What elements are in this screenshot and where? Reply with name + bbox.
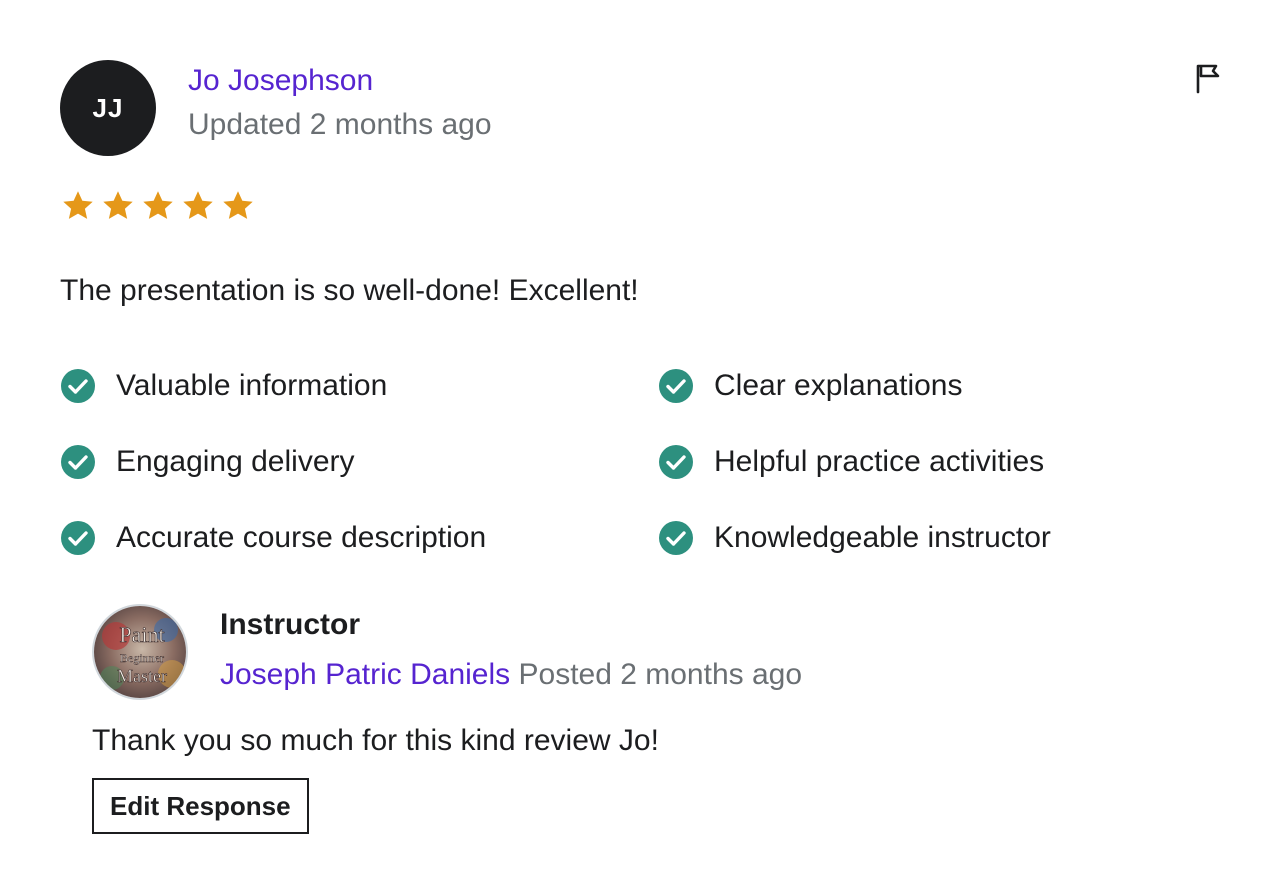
star-icon bbox=[103, 191, 133, 219]
response-posted-time: Posted 2 months ago bbox=[518, 658, 803, 691]
review-tag-label: Valuable information bbox=[116, 369, 388, 402]
instructor-role-label: Instructor bbox=[220, 608, 361, 641]
report-flag-button[interactable] bbox=[1190, 60, 1226, 96]
review-tag: Knowledgeable instructor bbox=[658, 512, 1051, 564]
star-icon bbox=[143, 191, 173, 219]
review-tag-label: Engaging delivery bbox=[116, 445, 355, 478]
review-updated-time: Updated 2 months ago bbox=[188, 108, 492, 141]
review-tag: Clear explanations bbox=[658, 360, 962, 412]
review-tag: Valuable information bbox=[60, 360, 387, 412]
review-tag-label: Knowledgeable instructor bbox=[714, 521, 1051, 554]
review-tag: Accurate course description bbox=[60, 512, 486, 564]
review-text: The presentation is so well-done! Excell… bbox=[60, 274, 639, 307]
reviewer-avatar: JJ bbox=[60, 60, 156, 156]
edit-response-button[interactable]: Edit Response bbox=[92, 778, 309, 834]
review-tag-label: Clear explanations bbox=[714, 369, 963, 402]
star-icon bbox=[183, 191, 213, 219]
check-circle-icon bbox=[659, 369, 693, 403]
review-tag: Helpful practice activities bbox=[658, 436, 1044, 488]
svg-text:Paint: Paint bbox=[119, 622, 164, 647]
review-tag: Engaging delivery bbox=[60, 436, 355, 488]
instructor-avatar: Paint Beginner Master bbox=[92, 604, 188, 700]
check-circle-icon bbox=[61, 369, 95, 403]
check-circle-icon bbox=[659, 445, 693, 479]
reviewer-name-link[interactable]: Jo Josephson bbox=[188, 64, 373, 98]
svg-text:Beginner: Beginner bbox=[120, 651, 164, 665]
star-icon bbox=[223, 191, 253, 219]
response-text: Thank you so much for this kind review J… bbox=[92, 724, 659, 757]
star-icon bbox=[63, 191, 93, 219]
star-rating bbox=[60, 188, 256, 224]
reviewer-initials: JJ bbox=[92, 92, 124, 123]
check-circle-icon bbox=[61, 445, 95, 479]
flag-icon bbox=[1196, 64, 1220, 94]
check-circle-icon bbox=[659, 521, 693, 555]
instructor-name-link[interactable]: Joseph Patric Daniels bbox=[220, 658, 510, 691]
review-tag-label: Accurate course description bbox=[116, 521, 487, 554]
instructor-meta: Joseph Patric Daniels Posted 2 months ag… bbox=[220, 658, 802, 692]
svg-text:Master: Master bbox=[117, 666, 167, 686]
review-tag-label: Helpful practice activities bbox=[714, 445, 1045, 478]
review-card: JJ Jo Josephson Updated 2 months ago The… bbox=[0, 0, 1284, 896]
check-circle-icon bbox=[61, 521, 95, 555]
